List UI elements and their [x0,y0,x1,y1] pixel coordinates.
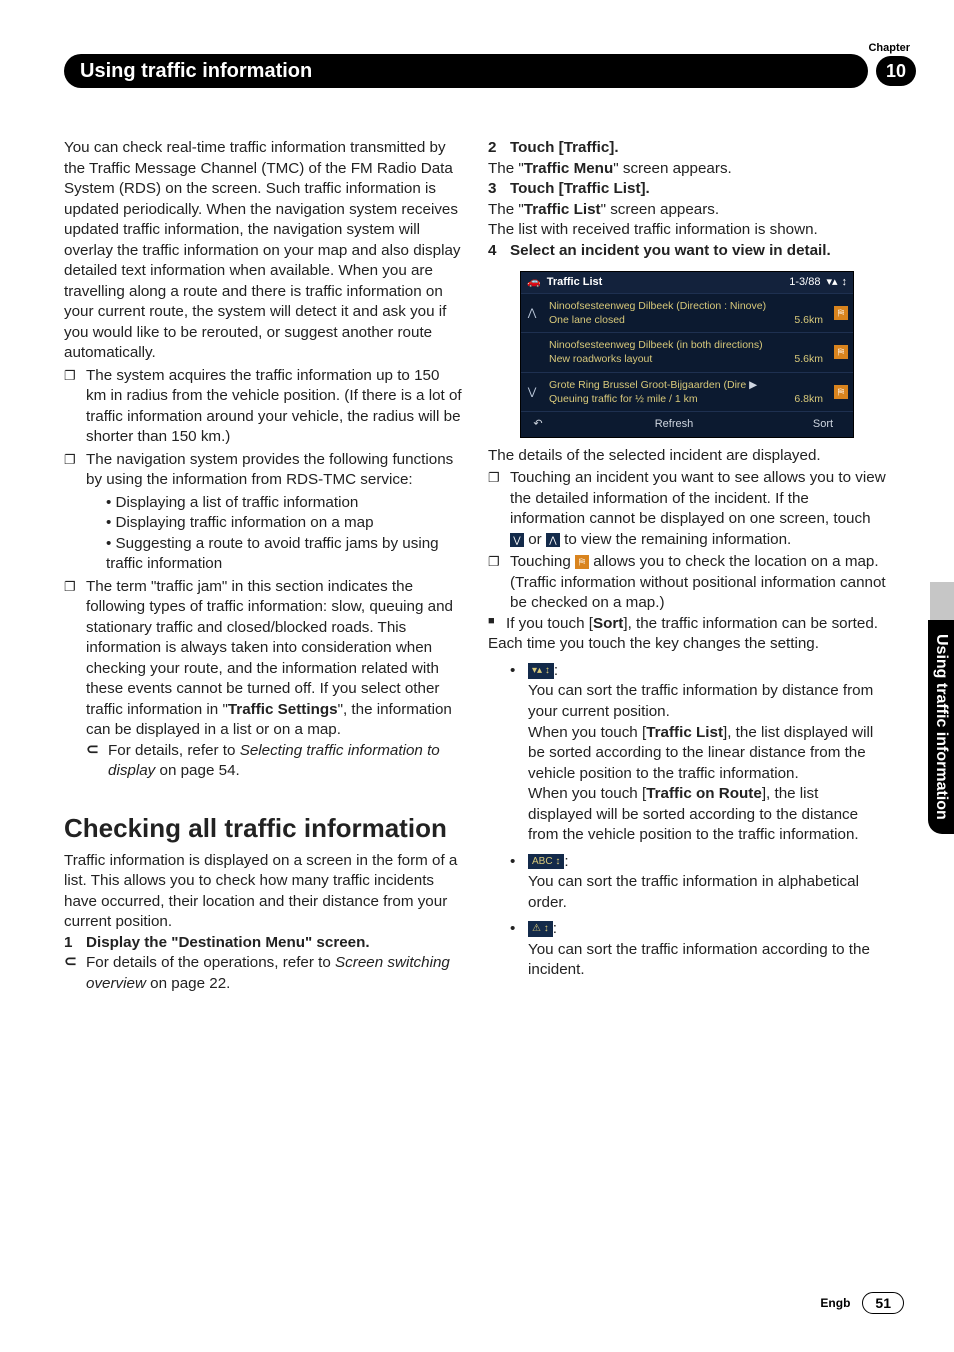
car-icon: 🚗 [527,275,541,290]
sort-icon: ▾▴ [826,275,837,290]
sort-alpha-icon: ABC ↕ [528,854,564,870]
sort-updown-icon: ↕ [842,275,848,290]
step-2: 2Touch [Traffic]. [488,138,886,159]
note-lead: The navigation system provides the follo… [86,451,453,489]
sort-intro: If you touch [Sort], the traffic informa… [488,614,886,635]
scroll-up-icon: ⋀ [546,533,560,547]
scroll-spacer [521,333,543,371]
screen-title: Traffic List [547,275,784,290]
side-tab-spacer [930,582,954,620]
scroll-up-icon[interactable]: ⋀ [521,294,543,332]
language-code: Engb [820,1296,850,1310]
step-3-result: The "Traffic List" screen appears. [488,200,886,221]
step-3-result-2: The list with received traffic informati… [488,220,886,241]
map-icon[interactable]: ⛿ [834,306,848,320]
sort-option-distance: ▾▴ ↕: You can sort the traffic informati… [510,661,886,846]
arrow-right-icon [64,953,82,974]
chapter-number-badge: 10 [876,56,916,86]
intro-paragraph: You can check real-time traffic informat… [64,138,462,364]
feature-bullet: Displaying a list of traffic information [106,493,462,514]
right-column: 2Touch [Traffic]. The "Traffic Menu" scr… [488,138,886,994]
traffic-row[interactable]: Ninoofsesteenweg Dilbeek (in both direct… [543,333,829,371]
page-footer: Engb 51 [820,1292,904,1314]
side-tab: Using traffic information [928,620,954,834]
scroll-down-icon[interactable]: ⋁ [521,373,543,411]
traffic-row[interactable]: Grote Ring Brussel Groot-Bijgaarden (Dir… [543,373,829,411]
page-number-badge: 51 [862,1292,904,1314]
scroll-down-icon: ⋁ [510,533,524,547]
step-2-result: The "Traffic Menu" screen appears. [488,159,886,180]
refresh-button[interactable]: Refresh [555,412,793,437]
note-item: The navigation system provides the follo… [64,450,462,575]
feature-bullet: Displaying traffic information on a map [106,513,462,534]
expand-arrow-icon: ▶ [749,379,757,391]
section-heading: Checking all traffic information [64,814,462,843]
note-item: Touching ⛿ allows you to check the locat… [488,552,886,614]
chapter-label: Chapter [868,42,910,54]
counter: 1-3/88 [789,275,820,290]
map-icon: ⛿ [575,555,589,569]
step-4-result: The details of the selected incident are… [488,446,886,467]
sort-button[interactable]: Sort [793,412,853,437]
arrow-right-icon [86,741,104,762]
step-3: 3Touch [Traffic List]. [488,179,886,200]
left-column: You can check real-time traffic informat… [64,138,462,994]
step-4: 4Select an incident you want to view in … [488,241,886,262]
back-button[interactable]: ↶ [521,412,555,437]
page-title: Using traffic information [64,54,868,88]
note-item: The term "traffic jam" in this section i… [64,577,462,782]
sort-option-alpha: ABC ↕: You can sort the traffic informat… [510,852,886,914]
note-item: The system acquires the traffic informat… [64,366,462,448]
sort-option-incident: ⚠ ↕: You can sort the traffic informatio… [510,919,886,981]
chapter-header: Using traffic information 10 [64,54,916,88]
traffic-list-screenshot: 🚗 Traffic List 1-3/88 ▾▴ ↕ ⋀ Ninoofseste… [520,271,854,438]
note-item: Touching an incident you want to see all… [488,468,886,550]
sort-incident-icon: ⚠ ↕ [528,921,553,937]
sort-distance-icon: ▾▴ ↕ [528,663,554,679]
map-icon[interactable]: ⛿ [834,385,848,399]
step-1: 1Display the "Destination Menu" screen. [64,933,462,954]
sort-each: Each time you touch the key changes the … [488,634,886,655]
feature-bullet: Suggesting a route to avoid traffic jams… [106,534,462,575]
section-paragraph: Traffic information is displayed on a sc… [64,851,462,933]
map-icon[interactable]: ⛿ [834,345,848,359]
traffic-row[interactable]: Ninoofsesteenweg Dilbeek (Direction : Ni… [543,294,829,332]
